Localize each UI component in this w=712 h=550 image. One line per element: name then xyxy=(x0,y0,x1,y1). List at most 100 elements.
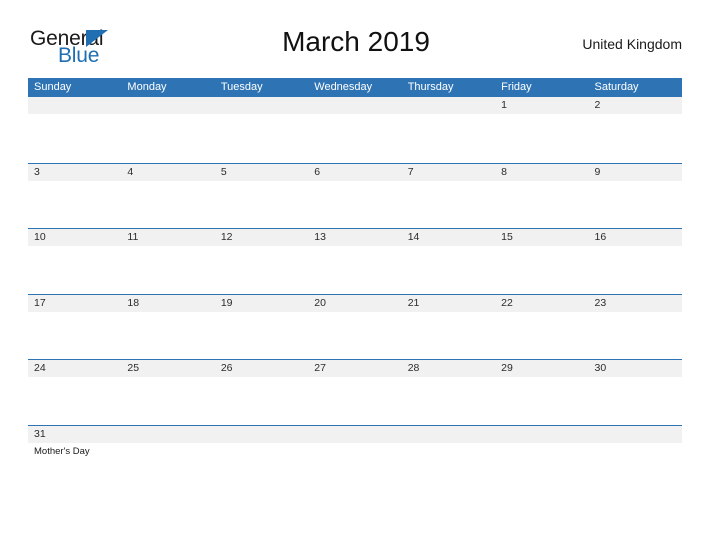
day-event-empty xyxy=(589,246,682,266)
day-cell-empty xyxy=(589,426,682,443)
day-cell-23[interactable]: 23 xyxy=(589,295,682,312)
day-event-empty xyxy=(402,443,495,463)
day-cell-empty xyxy=(308,97,401,114)
week-event-band xyxy=(28,377,682,397)
day-cell-3[interactable]: 3 xyxy=(28,164,121,181)
calendar-week-row: 24 25 26 27 28 29 30 xyxy=(28,359,682,425)
day-event-empty xyxy=(28,246,121,266)
calendar-table: Sunday Monday Tuesday Wednesday Thursday Frid… xyxy=(28,78,682,465)
week-day-number-band: 12 xyxy=(28,97,682,114)
day-cell-17[interactable]: 17 xyxy=(28,295,121,312)
day-cell-empty xyxy=(215,97,308,114)
day-cell-1[interactable]: 1 xyxy=(495,97,588,114)
day-event-empty xyxy=(495,181,588,201)
day-event-empty xyxy=(121,181,214,201)
calendar-week-row: 17 18 19 20 21 22 23 xyxy=(28,293,682,359)
day-event-empty xyxy=(495,114,588,134)
weekday-header-row: Sunday Monday Tuesday Wednesday Thursday Frid… xyxy=(28,78,682,97)
day-cell-11[interactable]: 11 xyxy=(121,229,214,246)
day-cell-6[interactable]: 6 xyxy=(308,164,401,181)
day-event-empty xyxy=(215,246,308,266)
day-cell-8[interactable]: 8 xyxy=(495,164,588,181)
day-event-empty xyxy=(495,246,588,266)
day-cell-18[interactable]: 18 xyxy=(121,295,214,312)
weekday-header-sunday: Sunday xyxy=(34,81,72,93)
day-cell-2[interactable]: 2 xyxy=(589,97,682,114)
day-event-empty xyxy=(121,312,214,332)
day-cell-19[interactable]: 19 xyxy=(215,295,308,312)
day-cell-empty xyxy=(121,426,214,443)
day-cell-27[interactable]: 27 xyxy=(308,360,401,377)
weekday-header-friday: Friday xyxy=(501,81,532,93)
day-cell-20[interactable]: 20 xyxy=(308,295,401,312)
day-cell-empty xyxy=(308,426,401,443)
day-cell-empty xyxy=(28,97,121,114)
country-label: United Kingdom xyxy=(582,36,682,52)
calendar-week-row: 10 11 12 13 14 15 16 xyxy=(28,228,682,294)
day-event-empty xyxy=(308,443,401,463)
week-day-number-band: 24 25 26 27 28 29 30 xyxy=(28,360,682,377)
day-cell-7[interactable]: 7 xyxy=(402,164,495,181)
week-day-number-band: 10 11 12 13 14 15 16 xyxy=(28,229,682,246)
day-event-empty xyxy=(308,312,401,332)
day-cell-21[interactable]: 21 xyxy=(402,295,495,312)
day-event-empty xyxy=(28,114,121,134)
day-cell-4[interactable]: 4 xyxy=(121,164,214,181)
day-event-empty xyxy=(308,114,401,134)
week-event-band xyxy=(28,246,682,266)
day-cell-24[interactable]: 24 xyxy=(28,360,121,377)
day-event-empty xyxy=(402,377,495,397)
day-cell-empty xyxy=(121,97,214,114)
weekday-header-thursday: Thursday xyxy=(407,81,454,93)
day-event-empty xyxy=(28,181,121,201)
day-event-empty xyxy=(308,377,401,397)
day-cell-empty xyxy=(402,97,495,114)
week-event-band xyxy=(28,114,682,134)
day-cell-28[interactable]: 28 xyxy=(402,360,495,377)
calendar-weeks: 1 2 3 4 5 6 7 8 9 10 11 12 13 14 15 16 17 18 19 20 21 22 23 24 2… xyxy=(28,97,682,465)
day-cell-13[interactable]: 13 xyxy=(308,229,401,246)
day-event-empty xyxy=(589,312,682,332)
day-cell-22[interactable]: 22 xyxy=(495,295,588,312)
week-day-number-band: 17 18 19 20 21 22 23 xyxy=(28,294,682,312)
day-cell-10[interactable]: 10 xyxy=(28,229,121,246)
day-cell-empty xyxy=(402,426,495,443)
week-event-band xyxy=(28,180,682,201)
day-cell-5[interactable]: 5 xyxy=(215,164,308,181)
day-event-empty xyxy=(121,443,214,463)
day-event-label: Mother's Day xyxy=(34,445,90,457)
day-cell-9[interactable]: 9 xyxy=(589,164,682,181)
calendar-week-row: 3456789 xyxy=(28,162,682,228)
day-event-empty xyxy=(308,181,401,201)
day-cell-15[interactable]: 15 xyxy=(495,229,588,246)
day-event-empty xyxy=(28,377,121,397)
day-event-empty xyxy=(402,246,495,266)
weekday-header-saturday: Saturday xyxy=(594,81,639,93)
day-event-empty xyxy=(589,377,682,397)
week-event-band: Mother's Day xyxy=(28,442,682,463)
day-event-empty xyxy=(589,114,682,134)
week-event-band xyxy=(28,311,682,332)
day-cell-12[interactable]: 12 xyxy=(215,229,308,246)
day-cell-14[interactable]: 14 xyxy=(402,229,495,246)
day-cell-30[interactable]: 30 xyxy=(589,360,682,377)
day-cell-31[interactable]: 31 xyxy=(28,426,121,443)
day-event-empty xyxy=(121,377,214,397)
day-event-empty xyxy=(215,377,308,397)
day-event-empty xyxy=(121,114,214,134)
day-event-empty xyxy=(402,312,495,332)
page-header: General Blue March 2019 United Kingdom xyxy=(0,0,712,67)
day-event-empty xyxy=(215,114,308,134)
day-cell-16[interactable]: 16 xyxy=(589,229,682,246)
weekday-header-tuesday: Tuesday xyxy=(220,81,263,93)
calendar-week-row: 31 Mother's Day xyxy=(28,424,682,465)
day-cell-29[interactable]: 29 xyxy=(495,360,588,377)
weekday-header-wednesday: Wednesday xyxy=(314,81,373,93)
day-cell-26[interactable]: 26 xyxy=(215,360,308,377)
day-event-empty xyxy=(402,181,495,201)
day-cell-empty xyxy=(495,426,588,443)
day-event-empty xyxy=(495,377,588,397)
day-event-empty xyxy=(121,246,214,266)
calendar-page: General Blue March 2019 United Kingdom S… xyxy=(0,0,712,550)
day-cell-25[interactable]: 25 xyxy=(121,360,214,377)
